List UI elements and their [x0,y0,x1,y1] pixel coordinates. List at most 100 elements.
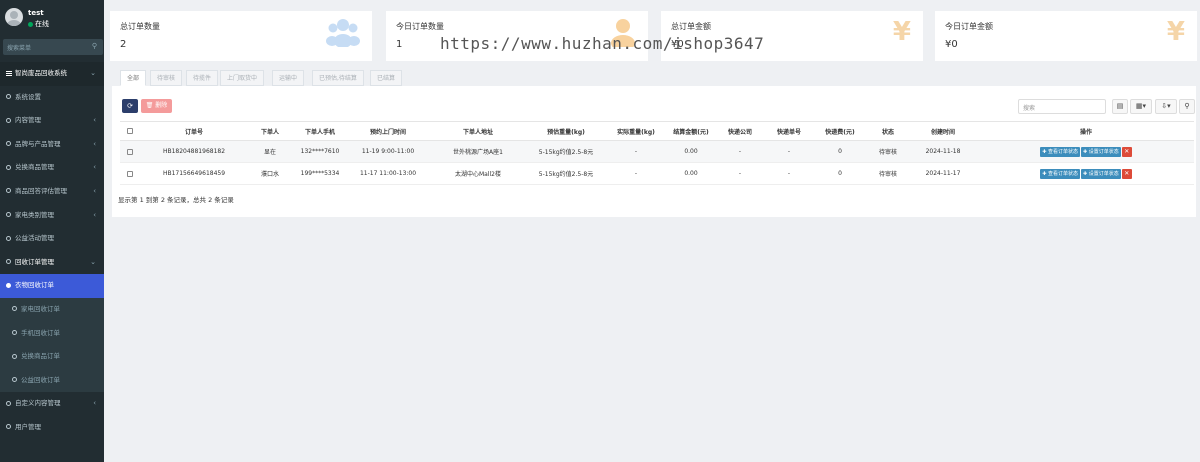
columns-icon: ▦▾ [1135,102,1147,110]
table-header-row: 订单号 下单人 下单人手机 预约上门时间 下单人地址 预估重量(kg) 实际重量(kg) 结算… [120,121,1194,141]
tab-1[interactable]: 待审核 [150,70,183,86]
user-status-text: 在线 [35,20,49,28]
user-status: 在线 [28,19,49,29]
table-search-placeholder: 搜索 [1023,105,1036,112]
tab-0[interactable]: 全部 [120,70,147,86]
delete-row-button[interactable]: ✕ [1121,146,1132,157]
select-all-checkbox[interactable] [127,128,133,134]
row-checkbox[interactable] [127,148,133,155]
table-row[interactable]: HB18204881968182 显在 132****7610 11-19 9:00-… [120,140,1194,163]
stat-value: 1 [396,39,403,50]
search-icon[interactable]: ⚲ [92,42,97,50]
toggle-view-button[interactable]: ▤ [1112,99,1128,114]
advanced-search-button[interactable]: ⚲ [1179,99,1195,114]
sidebar-item-8[interactable]: 回收订单管理 ⌄ [0,251,104,275]
main-content: 总订单数量 2 今日订单数量 1 总订单金额 ¥0 ¥ 今日订单金额 ¥0 ¥ … [104,0,1200,462]
column-header[interactable]: 快递费(元) [812,121,868,141]
table-cell: 0.00 [668,162,714,185]
sidebar-item-label: 内容管理 [15,116,41,125]
stat-label: 总订单数量 [120,22,160,31]
sidebar-item-4[interactable]: 兑换商品管理 ‹ [0,156,104,180]
column-header[interactable]: 创建时间 [908,121,978,141]
stat-label: 总订单金额 [671,22,711,31]
circle-icon [6,259,11,265]
column-header[interactable]: 订单号 [140,121,248,141]
sidebar-item-12[interactable]: 兑换商品订单 [0,345,104,369]
sidebar-item-1[interactable]: 系统设置 [0,86,104,110]
tab-4[interactable]: 运输中 [272,70,305,86]
circle-icon [6,94,11,100]
sidebar-item-11[interactable]: 手机回收订单 [0,321,104,346]
tab-5[interactable]: 已预估,待结算 [312,70,364,86]
column-header[interactable]: 预约上门时间 [348,121,428,141]
sidebar-item-3[interactable]: 品牌与产品管理 ‹ [0,133,104,157]
table-search-input[interactable]: 搜索 [1018,99,1106,114]
column-header[interactable]: 实际重量(kg) [604,121,668,141]
column-header[interactable]: 下单人手机 [292,121,348,141]
column-header[interactable]: 状态 [868,121,908,141]
export-icon: ⇩▾ [1161,102,1171,110]
sidebar-item-label: 回收订单管理 [15,257,54,266]
sidebar-item-2[interactable]: 内容管理 ‹ [0,109,104,133]
pagination-info: 显示第 1 到第 2 条记录，总共 2 条记录 [118,196,234,204]
sidebar-item-6[interactable]: 家电类别管理 ‹ [0,204,104,228]
yen-icon: ¥ [892,17,911,47]
refresh-icon: ⟳ [127,102,133,110]
table-row[interactable]: HB17156649618459 濮口水 199****5334 11-17 11:0… [120,162,1194,185]
set-order-status-button[interactable]: ✚ 设置订单状态 [1081,168,1121,179]
column-header[interactable]: 下单人 [248,121,292,141]
sidebar-search-input[interactable]: 搜索菜单 ⚲ [3,39,103,55]
status-tabs: 全部 待审核 待揽件 上门取货中 运输中 已预估,待结算 已结算 [112,68,1196,86]
delete-row-button[interactable]: ✕ [1121,168,1132,179]
sidebar-item-9[interactable]: 衣物回收订单 [0,274,104,298]
table-body: HB18204881968182 显在 132****7610 11-19 9:00-… [120,140,1194,185]
export-dropdown-button[interactable]: ⇩▾ [1155,99,1177,114]
delete-button[interactable]: 🗑 删除 [141,99,172,113]
select-all-cell [120,121,140,141]
sidebar-item-7[interactable]: 公益活动管理 [0,227,104,251]
column-header[interactable]: 快递公司 [714,121,766,141]
circle-icon [12,306,17,312]
table-cell: 世外桃源广场A座1 [428,140,528,163]
row-checkbox[interactable] [127,170,133,177]
chevron-down-icon: ⌄ [90,69,96,77]
circle-icon [12,377,17,383]
view-order-status-button[interactable]: ✚ 查看订单状态 [1040,168,1080,179]
table-cell: 太湖中心Mall2楼 [428,162,528,185]
tab-3[interactable]: 上门取货中 [220,70,265,86]
stat-card-total-orders: 总订单数量 2 [110,11,372,61]
sidebar-item-label: 兑换商品管理 [15,163,54,172]
sidebar-item-label: 公益活动管理 [15,234,54,243]
tab-2[interactable]: 待揽件 [186,70,219,86]
sidebar-item-label: 公益回收订单 [21,375,60,384]
column-header[interactable]: 操作 [978,121,1194,141]
sidebar-item-10[interactable]: 家电回收订单 [0,297,104,322]
chevron-left-icon: ‹ [93,139,96,148]
column-header[interactable]: 预估重量(kg) [528,121,604,141]
columns-dropdown-button[interactable]: ▦▾ [1130,99,1152,114]
sidebar-item-13[interactable]: 公益回收订单 [0,368,104,393]
sidebar-item-14[interactable]: 自定义内容管理 ‹ [0,392,104,416]
table-cell: 待审核 [868,140,908,163]
table-cell: 0.00 [668,140,714,163]
column-header[interactable]: 结算金额(元) [668,121,714,141]
actions-cell: ✚ 查看订单状态 ✚ 设置订单状态 ✕ [978,162,1194,185]
sidebar-item-5[interactable]: 商品回答评估管理 ‹ [0,180,104,204]
tab-6[interactable]: 已结算 [370,70,403,86]
column-header[interactable]: 下单人地址 [428,121,528,141]
table-cell: 显在 [248,140,292,163]
table-cell: 0 [812,140,868,163]
set-order-status-button[interactable]: ✚ 设置订单状态 [1081,146,1121,157]
sidebar-item-0[interactable]: 智尚废品回收系统 ⌄ [0,62,104,86]
column-header[interactable]: 快递单号 [766,121,812,141]
table-cell: 2024-11-17 [908,162,978,185]
chevron-down-icon: ⌄ [90,257,96,266]
avatar[interactable] [5,8,23,26]
orders-table: 订单号 下单人 下单人手机 预约上门时间 下单人地址 预估重量(kg) 实际重量(kg) 结算… [120,121,1194,185]
view-order-status-button[interactable]: ✚ 查看订单状态 [1040,146,1080,157]
refresh-button[interactable]: ⟳ [122,99,138,113]
table-cell: 5-15kg约值2.5-8元 [528,162,604,185]
table-cell: - [766,162,812,185]
table-cell: 132****7610 [292,140,348,163]
sidebar-item-15[interactable]: 用户管理 [0,416,104,440]
